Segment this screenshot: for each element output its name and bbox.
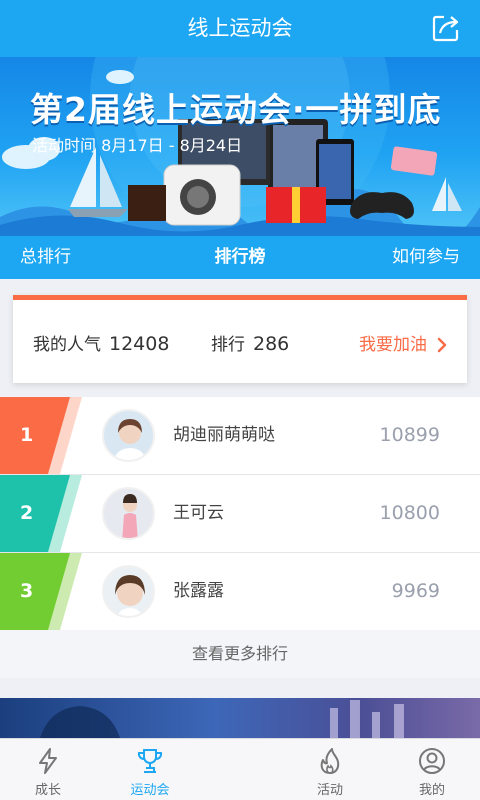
- avatar[interactable]: [102, 409, 155, 462]
- page-title: 线上运动会: [187, 16, 293, 40]
- nav-sports-meet[interactable]: 运动会: [102, 739, 198, 800]
- trophy-icon: [137, 749, 163, 773]
- user-score: 10800: [379, 502, 440, 524]
- my-popularity: 我的人气 12408: [33, 330, 169, 355]
- banner-date: 活动时间 8月17日 - 8月24日: [32, 136, 243, 155]
- user-name: 王可云: [173, 503, 224, 523]
- flame-icon: [320, 748, 340, 774]
- user-icon: [419, 748, 445, 774]
- my-rank: 排行 286: [211, 330, 289, 355]
- cheer-label: 我要加油: [359, 335, 427, 355]
- avatar[interactable]: [102, 565, 155, 618]
- cheer-button[interactable]: 我要加油: [359, 330, 447, 355]
- nav-label: 活动: [316, 783, 343, 798]
- rank-label: 排行: [211, 335, 245, 355]
- ranking-row[interactable]: 1 胡迪丽萌萌哒 10899: [0, 397, 480, 475]
- ranking-tabs: 总排行 排行榜 如何参与: [0, 236, 480, 279]
- user-score: 9969: [391, 580, 440, 602]
- app-header: 线上运动会: [0, 0, 480, 57]
- view-more-ranking-button[interactable]: 查看更多排行: [0, 630, 480, 678]
- rank-value: 286: [253, 333, 290, 355]
- tab-how-to-join[interactable]: 如何参与: [392, 236, 460, 279]
- rank-badge: 1: [0, 397, 82, 474]
- secondary-banner[interactable]: [0, 698, 480, 738]
- ranking-row[interactable]: 2 王可云 10800: [0, 475, 480, 553]
- user-name: 胡迪丽萌萌哒: [173, 425, 275, 445]
- popularity-value: 12408: [109, 333, 170, 355]
- promo-banner[interactable]: ¥ 第2届线上运动会·一拼到底 活动时间 8月17日 - 8月24日: [0, 57, 480, 236]
- avatar[interactable]: [102, 487, 155, 540]
- rank-number: 2: [20, 502, 34, 524]
- ranking-list: 1 胡迪丽萌萌哒 10899 2 王可云 10800 3 张露露 9969: [0, 397, 480, 631]
- secondary-banner-illustration: [40, 700, 404, 738]
- share-icon[interactable]: [430, 12, 462, 44]
- nav-label: 运动会: [130, 783, 170, 798]
- popularity-label: 我的人气: [33, 335, 101, 355]
- nav-label: 成长: [34, 783, 61, 798]
- rank-number: 1: [20, 424, 34, 446]
- rank-number: 3: [20, 580, 34, 602]
- rank-badge: 2: [0, 475, 82, 552]
- bottom-nav: 成长 运动会 活动 我的: [0, 738, 480, 800]
- ranking-row[interactable]: 3 张露露 9969: [0, 553, 480, 631]
- nav-mine[interactable]: 我的: [384, 739, 480, 800]
- lightning-icon: [39, 748, 57, 774]
- nav-activity[interactable]: 活动: [282, 739, 378, 800]
- my-stats-card: 我的人气 12408 排行 286 我要加油: [13, 295, 467, 383]
- chevron-right-icon: [437, 337, 447, 353]
- rank-badge: 3: [0, 553, 82, 630]
- svg-text:¥: ¥: [292, 196, 300, 210]
- nav-label: 我的: [418, 783, 445, 798]
- banner-title: 第2届线上运动会·一拼到底: [30, 90, 442, 129]
- user-name: 张露露: [173, 581, 224, 601]
- nav-growth[interactable]: 成长: [0, 739, 96, 800]
- user-score: 10899: [379, 424, 440, 446]
